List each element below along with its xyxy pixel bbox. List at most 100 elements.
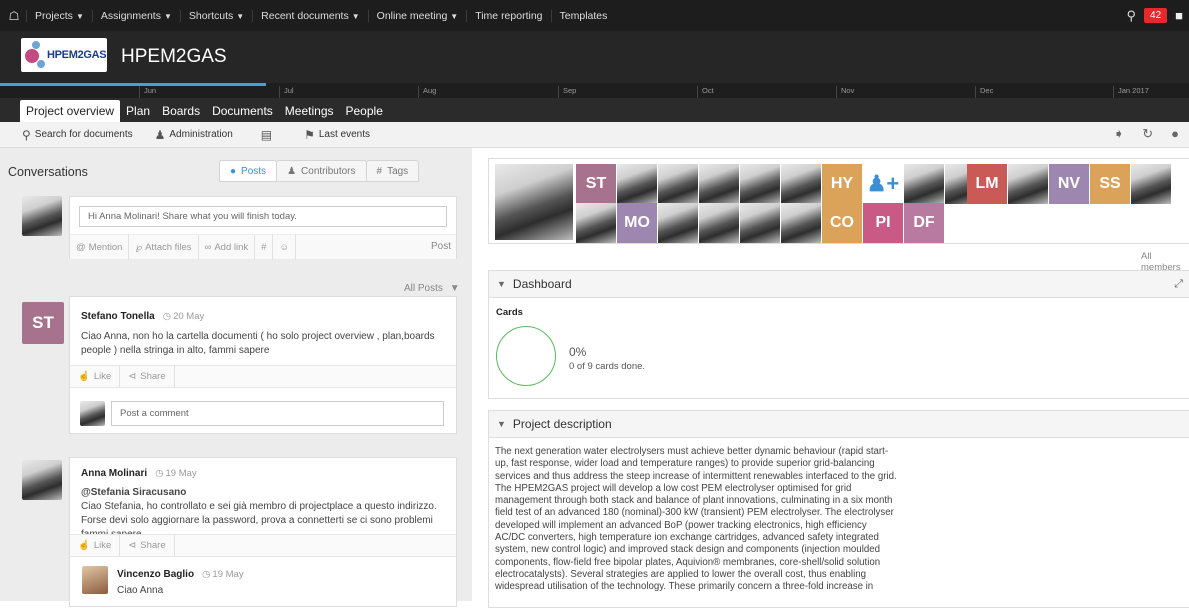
top-menu-item[interactable]: Templates	[550, 9, 616, 22]
tab-project-overview[interactable]: Project overview	[20, 100, 121, 122]
attach-files-button[interactable]: ℘ Attach files	[129, 234, 199, 260]
member-photo[interactable]	[658, 203, 698, 243]
member-initials[interactable]: PI	[863, 203, 903, 243]
search-icon[interactable]: ⚲	[1126, 8, 1136, 24]
post-actions: ☝ Like ⊲ Share	[70, 534, 456, 557]
top-menu-label: Templates	[559, 9, 608, 22]
comment-input[interactable]: Post a comment	[111, 401, 444, 426]
top-menu-item[interactable]: Time reporting	[466, 9, 550, 22]
member-initials[interactable]: SS	[1090, 164, 1130, 204]
add-link-button[interactable]: ∞ Add link	[199, 234, 256, 260]
reply-header: Vincenzo Baglio ◷ 19 May	[117, 568, 244, 580]
dashboard-header[interactable]: ▼ Dashboard ⤢	[488, 270, 1189, 298]
member-photo[interactable]	[699, 203, 739, 243]
tab-posts[interactable]: ● Posts	[219, 160, 278, 182]
member-photo[interactable]	[576, 203, 616, 243]
top-menu-item[interactable]: Shortcuts ▼	[179, 9, 252, 22]
members-grid: ST HY ♟+ LM NV SS MO CO PI DF	[488, 158, 1189, 244]
project-description-header[interactable]: ▼ Project description	[488, 410, 1189, 438]
expand-icon[interactable]: ⤢	[1174, 278, 1183, 291]
dashboard-title: Dashboard	[512, 277, 572, 291]
thumbs-up-icon: ☝	[78, 371, 90, 382]
member-initials[interactable]: DF	[904, 203, 944, 243]
post-button[interactable]: Post	[431, 241, 451, 252]
compose-input[interactable]: Hi Anna Molinari! Share what you will fi…	[79, 206, 447, 227]
top-menu-item[interactable]: Assignments ▼	[91, 9, 180, 22]
member-initials[interactable]: MO	[617, 203, 657, 243]
comment-avatar	[80, 401, 105, 426]
refresh-icon[interactable]: ↻	[1142, 126, 1153, 142]
tab-tags[interactable]: # Tags	[365, 160, 420, 182]
member-initials[interactable]: LM	[967, 164, 1007, 204]
share-icon: ⊲	[128, 371, 137, 382]
description-line: system, new control logic) and improved …	[495, 544, 881, 556]
last-events-button[interactable]: ⚑ Last events	[304, 128, 370, 142]
mention-button[interactable]: @ Mention	[70, 234, 130, 260]
chat-button[interactable]: ▤	[261, 128, 276, 142]
chevron-down-icon: ▼	[163, 11, 172, 21]
project-description-title: Project description	[512, 417, 612, 431]
member-photo[interactable]	[1008, 164, 1048, 204]
toolbar-right: ➧ ↻ ●	[1113, 126, 1179, 142]
description-line: field test of an advanced 180 (nominal)-…	[495, 507, 894, 519]
reply-author[interactable]: Vincenzo Baglio	[117, 569, 194, 580]
project-logo: HPEM2GAS	[21, 38, 107, 72]
share-arrow-icon[interactable]: ➧	[1113, 126, 1124, 142]
all-posts-filter[interactable]: All Posts ▼	[404, 283, 460, 294]
clock-icon: ◷	[162, 311, 172, 322]
post-author[interactable]: Stefano Tonella	[81, 311, 155, 322]
top-menu-item[interactable]: Projects ▼	[26, 9, 92, 22]
search-documents-label: Search for documents	[34, 129, 133, 140]
tab-documents[interactable]: Documents	[206, 100, 279, 122]
share-button[interactable]: ⊲ Share	[120, 365, 175, 388]
post-mention[interactable]: @Stefania Siracusano	[81, 486, 186, 500]
like-button[interactable]: ☝ Like	[70, 534, 121, 557]
hash-icon: #	[376, 165, 383, 177]
member-initials[interactable]: NV	[1049, 164, 1089, 204]
member-photo[interactable]	[1131, 164, 1171, 204]
member-photo[interactable]	[658, 164, 698, 204]
member-photo[interactable]	[904, 164, 944, 204]
like-label: Like	[93, 540, 112, 551]
user-icon[interactable]: ■	[1175, 8, 1183, 23]
attach-label: Attach files	[145, 241, 192, 253]
logo-molecule-icon	[23, 40, 47, 70]
share-button[interactable]: ⊲ Share	[120, 534, 175, 557]
toolbar: ⚲ Search for documents ♟ Administration …	[0, 122, 1189, 148]
clock-icon: ◷	[155, 468, 164, 479]
hashtag-button[interactable]: #	[255, 234, 274, 260]
member-photo[interactable]	[617, 164, 657, 204]
member-initials[interactable]: HY	[822, 164, 862, 204]
tab-boards[interactable]: Boards	[156, 100, 206, 122]
add-member-icon[interactable]: ♟+	[863, 164, 903, 204]
tab-meetings[interactable]: Meetings	[279, 100, 340, 122]
top-menu-item[interactable]: Online meeting ▼	[367, 9, 467, 22]
member-initials[interactable]: CO	[822, 203, 862, 243]
tab-people[interactable]: People	[340, 100, 389, 122]
member-photo[interactable]	[699, 164, 739, 204]
member-photo[interactable]	[495, 164, 573, 240]
timeline-month: Jun	[139, 86, 156, 98]
member-initials[interactable]: ST	[576, 164, 616, 204]
tab-contributors[interactable]: ♟ Contributors	[276, 160, 367, 182]
emoji-icon[interactable]: ☺	[273, 234, 297, 260]
member-photo[interactable]	[781, 203, 821, 243]
description-line: services and thus address the steep incr…	[495, 470, 897, 482]
settings-icon[interactable]: ●	[1171, 126, 1179, 142]
member-photo[interactable]	[781, 164, 821, 204]
at-icon: @	[76, 241, 86, 253]
member-photo[interactable]	[740, 164, 780, 204]
top-menu-item[interactable]: Recent documents ▼	[252, 9, 367, 22]
administration-button[interactable]: ♟ Administration	[155, 128, 233, 142]
like-button[interactable]: ☝ Like	[70, 365, 121, 388]
member-photo[interactable]	[740, 203, 780, 243]
tab-plan[interactable]: Plan	[120, 100, 156, 122]
share-icon: ⊲	[128, 540, 137, 551]
search-documents-button[interactable]: ⚲ Search for documents	[22, 128, 133, 142]
home-icon[interactable]: ☖	[2, 9, 26, 23]
post-author[interactable]: Anna Molinari	[81, 468, 147, 479]
top-menu-label: Assignments	[100, 9, 161, 22]
timeline-month: Nov	[836, 86, 854, 98]
notification-badge[interactable]: 42	[1144, 8, 1168, 23]
post-header: Stefano Tonella ◷ 20 May	[81, 310, 204, 322]
